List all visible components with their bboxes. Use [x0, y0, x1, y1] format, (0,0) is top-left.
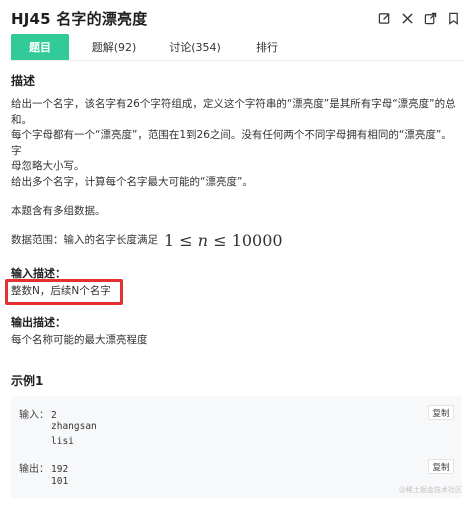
description-line: 和。 [11, 113, 32, 126]
output-label: 输出： [19, 464, 49, 475]
data-range-label: 数据范围：输入的名字长度满足 [11, 233, 158, 246]
problem-content: 描述 给出一个名字，该名字有26个字符组成，定义这个字符串的“漂亮度”是其所有字… [11, 68, 462, 388]
output-line: 192 [51, 464, 69, 475]
formula-op: ≤ [179, 230, 193, 250]
tab-ranking[interactable]: 排行 [237, 34, 297, 60]
multi-case-note: 本题含有多组数据。 [11, 205, 106, 217]
problem-title: HJ45 名字的漂亮度 [11, 9, 148, 28]
tab-discussion[interactable]: 讨论(354) [153, 34, 237, 60]
output-desc-text: 每个名称可能的最大漂亮程度 [11, 334, 148, 346]
description-line: 给出一个名字，该名字有26个字符组成，定义这个字符串的“漂亮度”是其所有字母“漂… [11, 98, 456, 110]
data-range-formula: 1 ≤ n ≤ 10000 [164, 230, 283, 250]
formula-max: 10000 [231, 230, 283, 250]
copy-input-button[interactable]: 复制 [428, 405, 454, 420]
description-line: 每个字母都有一个“漂亮度”，范围在1到26之间。没有任何两个不同字母拥有相同的“… [11, 129, 452, 157]
tab-divider [11, 60, 464, 61]
input-line: zhangsan [51, 421, 97, 432]
close-icon[interactable] [400, 11, 414, 25]
formula-var: n [197, 230, 209, 250]
tab-bar: 题目 题解(92) 讨论(354) 排行 [11, 34, 297, 60]
example-heading: 示例1 [11, 374, 44, 388]
description-heading: 描述 [11, 74, 36, 88]
header-toolbar [377, 11, 460, 25]
data-range: 数据范围：输入的名字长度满足 1 ≤ n ≤ 10000 [11, 230, 462, 250]
output-desc-heading: 输出描述： [11, 316, 66, 329]
formula-op: ≤ [213, 230, 227, 250]
bookmark-icon[interactable] [446, 11, 460, 25]
input-line: 2 [51, 410, 57, 421]
description-body: 给出一个名字，该名字有26个字符组成，定义这个字符串的“漂亮度”是其所有字母“漂… [11, 97, 462, 190]
description-line: 给出多个名字，计算每个名字最大可能的“漂亮度”。 [11, 175, 253, 188]
problem-header: HJ45 名字的漂亮度 [11, 6, 460, 30]
input-line: lisi [51, 436, 74, 447]
example-output: 输出： 192 复制 [19, 459, 454, 475]
edit-icon[interactable] [377, 11, 391, 25]
highlight-box [5, 279, 123, 305]
tab-problem[interactable]: 题目 [11, 34, 69, 60]
input-label: 输入： [19, 410, 49, 421]
share-icon[interactable] [423, 11, 437, 25]
watermark: @稀土掘金技术社区 [399, 486, 462, 494]
copy-output-button[interactable]: 复制 [428, 459, 454, 474]
tab-solutions[interactable]: 题解(92) [75, 34, 153, 60]
example-box: 输入： 2 复制 zhangsan lisi 输出： 192 复制 101 [11, 396, 462, 498]
description-line: 母忽略大小写。 [11, 160, 85, 172]
example-input: 输入： 2 复制 [19, 405, 454, 421]
output-line: 101 [51, 476, 69, 487]
formula-min: 1 [164, 230, 175, 250]
